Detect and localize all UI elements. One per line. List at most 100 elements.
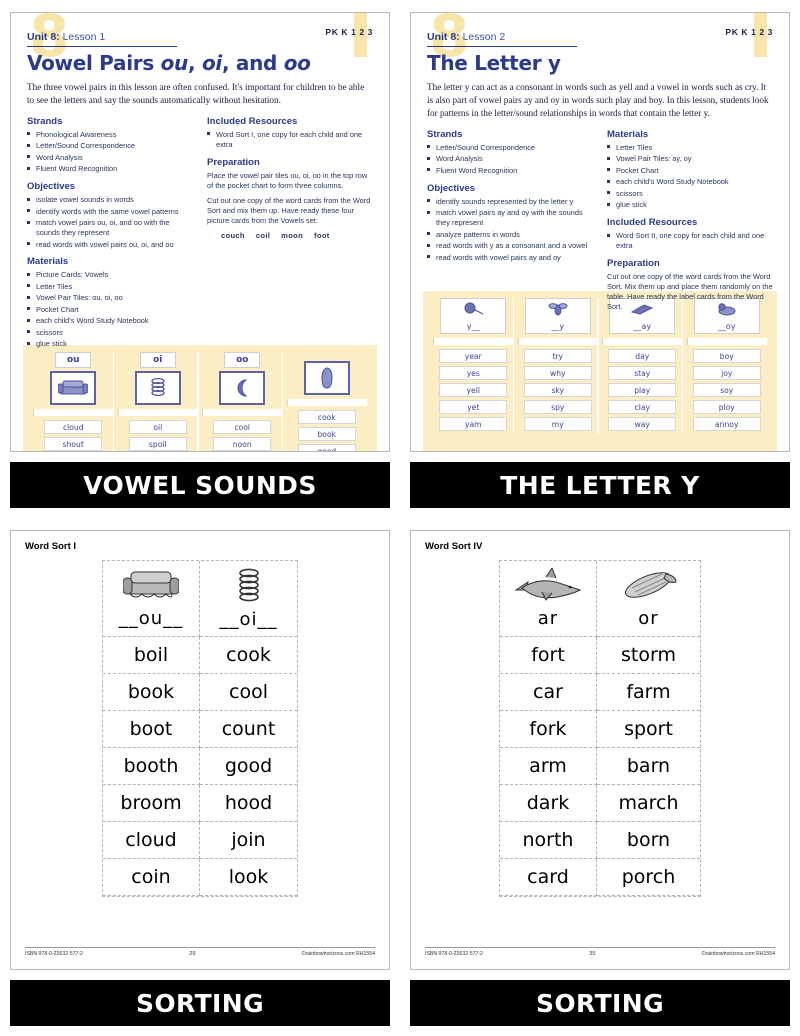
lesson-2-title: The Letter y bbox=[427, 50, 561, 75]
list-item: match vowel pairs ay and oy with the sou… bbox=[427, 208, 593, 228]
lesson-2-sheet: 8 PK K 1 2 3 Unit 8: Lesson 2 The Letter… bbox=[410, 12, 790, 452]
chart-divider bbox=[117, 409, 198, 416]
quadrant-lesson-1: 8 PK K 1 2 3 Unit 8: Lesson 1 Vowel Pair… bbox=[0, 0, 400, 518]
picture-card-wrap bbox=[200, 371, 285, 405]
sort-header-cell: ar bbox=[500, 561, 597, 637]
sort-header-cell: __oi__ bbox=[200, 561, 297, 637]
objectives-list: isolate vowel sounds in words identify w… bbox=[27, 195, 193, 249]
moon-icon bbox=[219, 371, 266, 405]
lesson-2-right-column: Materials Letter Tiles Vowel Pair Tiles:… bbox=[607, 129, 773, 317]
pocket-chart-column-oo-2: cook book good bbox=[281, 352, 370, 451]
worksheet-page-grid: 8 PK K 1 2 3 Unit 8: Lesson 1 Vowel Pair… bbox=[0, 0, 800, 1036]
preparation-heading: Preparation bbox=[607, 258, 660, 270]
list-item: Letter Tiles bbox=[27, 282, 193, 292]
word-card: joy bbox=[692, 366, 761, 380]
strands-list: Phonological Awareness Letter/Sound Corr… bbox=[27, 130, 193, 174]
title-part-2: , bbox=[187, 50, 202, 75]
word-card: shout bbox=[44, 437, 103, 451]
lesson-2-content: PK K 1 2 3 Unit 8: Lesson 2 The Letter y… bbox=[411, 13, 789, 317]
word-card: clay bbox=[608, 400, 677, 414]
word-card: good bbox=[297, 444, 356, 451]
grade-range-label: PK K 1 2 3 bbox=[725, 27, 773, 37]
word-card: yam bbox=[439, 417, 508, 431]
prep-word: foot bbox=[314, 230, 330, 240]
word-cell: barn bbox=[597, 748, 700, 785]
lesson-1-sheet: 8 PK K 1 2 3 Unit 8: Lesson 1 Vowel Pair… bbox=[10, 12, 390, 452]
word-cell: fort bbox=[500, 637, 597, 674]
objectives-heading: Objectives bbox=[27, 181, 76, 193]
credit-text: ©rainbowhorizons.com RH1554 bbox=[301, 951, 375, 957]
preparation-paragraph-1: Cut out one copy of the word cards from … bbox=[607, 272, 773, 312]
lesson-1-intro: The three vowel pairs in this lesson are… bbox=[27, 81, 365, 105]
label-card-text: __oy bbox=[717, 322, 736, 331]
word-card: sky bbox=[523, 383, 592, 397]
list-item: Letter Tiles bbox=[607, 143, 773, 153]
included-resources-heading: Included Resources bbox=[607, 217, 698, 229]
word-card: spoil bbox=[128, 437, 187, 451]
word-sort-4-footer: ISBN 978-0-22632-577-2 35 ©rainbowhorizo… bbox=[425, 947, 775, 957]
included-resources-heading: Included Resources bbox=[207, 115, 298, 127]
word-card: book bbox=[297, 427, 356, 441]
word-sort-1-sheet: Word Sort I __ou__ __oi__ boil cook book bbox=[10, 530, 390, 970]
word-card: day bbox=[608, 349, 677, 363]
word-cell: good bbox=[200, 748, 297, 785]
preparation-paragraph-2: Cut out one copy of the word cards from … bbox=[207, 195, 371, 225]
word-cell: book bbox=[103, 674, 200, 711]
prep-word: moon bbox=[281, 230, 304, 240]
word-card: yell bbox=[439, 383, 508, 397]
list-item: identify words with the same vowel patte… bbox=[27, 207, 193, 217]
word-cell: porch bbox=[597, 859, 700, 896]
prep-word: coil bbox=[255, 230, 271, 240]
isbn-text: ISBN 978-0-22632-577-2 bbox=[425, 951, 483, 957]
preparation-word-row: couch coil moon foot bbox=[221, 231, 373, 240]
pocket-chart-columns: y__ year yes yell yet yam __y try why sk… bbox=[431, 298, 769, 434]
list-item: glue stick bbox=[27, 339, 193, 349]
word-cell: card bbox=[500, 859, 597, 896]
unit-label: Unit 8: bbox=[27, 31, 60, 43]
list-item: each child's Word Study Notebook bbox=[607, 177, 773, 187]
list-item: Pocket Chart bbox=[607, 166, 773, 176]
materials-list: Letter Tiles Vowel Pair Tiles: ay, oy Po… bbox=[607, 143, 773, 210]
strands-list: Letter/Sound Correspondence Word Analysi… bbox=[427, 143, 593, 176]
lesson-1-right-column: Included Resources Word Sort I, one copy… bbox=[207, 116, 373, 351]
title-italic-oo: oo bbox=[283, 50, 311, 75]
quadrant-word-sort-1: Word Sort I __ou__ __oi__ boil cook book bbox=[0, 518, 400, 1036]
quadrant-lesson-2: 8 PK K 1 2 3 Unit 8: Lesson 2 The Letter… bbox=[400, 0, 800, 518]
pocket-chart-column-oi: oi oil spoil coin bbox=[112, 352, 201, 451]
word-cell: cloud bbox=[103, 822, 200, 859]
word-cell: join bbox=[200, 822, 297, 859]
lesson-2-intro: The letter y can act as a consonant in w… bbox=[427, 81, 769, 118]
lesson-2-banner: THE LETTER Y bbox=[410, 462, 790, 508]
lesson-1-columns: Strands Phonological Awareness Letter/So… bbox=[27, 116, 373, 351]
word-cell: fork bbox=[500, 711, 597, 748]
sort-header-cell: or bbox=[597, 561, 700, 637]
word-cell: dark bbox=[500, 785, 597, 822]
word-cell: look bbox=[200, 859, 297, 896]
unit-label: Unit 8: bbox=[427, 31, 460, 43]
list-item: Fluent Word Recognition bbox=[427, 166, 593, 176]
list-item: Word Sort I, one copy for each child and… bbox=[207, 130, 373, 150]
list-item: Fluent Word Recognition bbox=[27, 164, 193, 174]
word-sort-4-sheet: Word Sort IV ar or fort storm car farm f… bbox=[410, 530, 790, 970]
picture-card-wrap bbox=[116, 371, 201, 405]
page-number: 35 bbox=[589, 951, 596, 957]
word-cell: booth bbox=[103, 748, 200, 785]
chart-divider bbox=[686, 338, 767, 345]
materials-list: Picture Cards: Vowels Letter Tiles Vowel… bbox=[27, 270, 193, 349]
unit-lesson-line: Unit 8: Lesson 1 bbox=[27, 31, 177, 47]
list-item: Vowel Pair Tiles: ay, oy bbox=[607, 154, 773, 164]
label-card-text: __ay bbox=[633, 322, 652, 331]
picture-card-wrap bbox=[31, 371, 116, 405]
sort-header-label: ar bbox=[537, 608, 559, 629]
word-cell: car bbox=[500, 674, 597, 711]
pocket-chart-column-y-initial: y__ year yes yell yet yam bbox=[431, 298, 516, 434]
word-card: cook bbox=[297, 410, 356, 424]
page-number: 29 bbox=[189, 951, 196, 957]
lesson-1-content: PK K 1 2 3 Unit 8: Lesson 1 Vowel Pairs … bbox=[11, 13, 389, 351]
list-item: Word Analysis bbox=[427, 154, 593, 164]
word-card: my bbox=[523, 417, 592, 431]
word-cell: arm bbox=[500, 748, 597, 785]
list-item: scissors bbox=[607, 189, 773, 199]
word-sort-1-title: Word Sort I bbox=[25, 541, 77, 552]
word-cell: broom bbox=[103, 785, 200, 822]
